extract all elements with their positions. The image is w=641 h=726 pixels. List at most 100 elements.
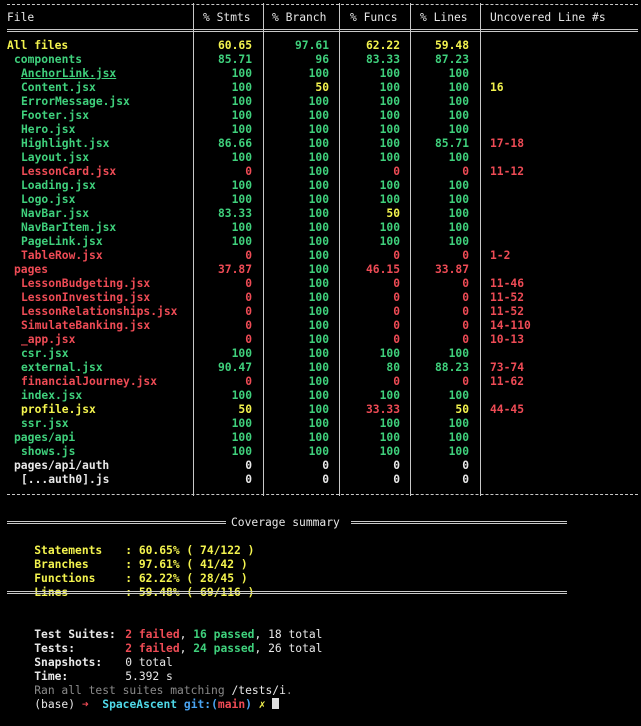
- file-name: LessonBudgeting.jsx: [21, 277, 151, 290]
- stmts-cell: 100: [231, 179, 252, 192]
- file-name: components: [14, 53, 83, 66]
- uncovered-lines-cell: 44-45: [490, 403, 525, 416]
- branch-cell: 100: [308, 291, 329, 304]
- funcs-cell: 0: [393, 277, 400, 290]
- lines-cell: 88.23: [434, 361, 469, 374]
- lines-cell: 0: [462, 291, 469, 304]
- lines-cell: 0: [462, 333, 469, 346]
- file-name: NavBarItem.jsx: [21, 221, 117, 234]
- branch-cell: 100: [308, 305, 329, 318]
- lines-cell: 0: [462, 277, 469, 290]
- file-name: pages: [14, 263, 49, 276]
- funcs-cell: 100: [379, 95, 400, 108]
- lines-cell: 0: [462, 165, 469, 178]
- header-uncovered: Uncovered Line #s: [490, 11, 606, 24]
- funcs-cell: 100: [379, 123, 400, 136]
- funcs-cell: 0: [393, 459, 400, 472]
- header-branch: % Branch: [272, 11, 327, 24]
- branch-cell: 100: [308, 207, 329, 220]
- branch-cell: 100: [308, 431, 329, 444]
- funcs-cell: 0: [393, 319, 400, 332]
- stmts-cell: 100: [231, 123, 252, 136]
- ran-suffix: .: [285, 684, 293, 697]
- branch-cell: 100: [308, 249, 329, 262]
- lines-cell: 100: [448, 193, 469, 206]
- lines-cell: 100: [448, 67, 469, 80]
- funcs-cell: 0: [393, 473, 400, 486]
- lines-cell: 0: [462, 459, 469, 472]
- stmts-cell: 0: [245, 277, 252, 290]
- file-name: pages/api/auth: [14, 459, 110, 472]
- stmts-cell: 100: [231, 235, 252, 248]
- branch-cell: 100: [308, 333, 329, 346]
- stmts-cell: 0: [245, 319, 252, 332]
- file-name: index.jsx: [21, 389, 83, 402]
- funcs-cell: 100: [379, 193, 400, 206]
- uncovered-lines-cell: 10-13: [490, 333, 525, 346]
- funcs-cell: 100: [379, 221, 400, 234]
- stmts-cell: 100: [231, 81, 252, 94]
- table-bottom-rule: [7, 494, 638, 495]
- funcs-cell: 100: [379, 235, 400, 248]
- summary-left-rule: [7, 521, 226, 524]
- uncovered-lines-cell: 11-46: [490, 277, 525, 290]
- funcs-cell: 62.22: [365, 39, 400, 52]
- file-name: LessonInvesting.jsx: [21, 291, 151, 304]
- funcs-cell: 100: [379, 445, 400, 458]
- stmts-cell: 83.33: [217, 207, 252, 220]
- branch-cell: 100: [308, 151, 329, 164]
- table-header-rule: [7, 29, 638, 32]
- lines-cell: 0: [462, 249, 469, 262]
- git-label: git:(: [183, 698, 218, 711]
- lines-cell: 100: [448, 431, 469, 444]
- file-name: Hero.jsx: [21, 123, 76, 136]
- column-divider: [480, 3, 481, 496]
- file-name: financialJourney.jsx: [21, 375, 158, 388]
- branch-cell: 100: [308, 165, 329, 178]
- shell-prompt[interactable]: (base) ➜ SpaceAscent git:(main) ✗: [7, 684, 280, 726]
- funcs-cell: 100: [379, 81, 400, 94]
- stmts-cell: 100: [231, 151, 252, 164]
- funcs-cell: 0: [393, 333, 400, 346]
- column-divider: [410, 3, 411, 496]
- funcs-cell: 0: [393, 249, 400, 262]
- branch-cell: 100: [308, 277, 329, 290]
- cursor-icon: [272, 698, 280, 709]
- branch-cell: 0: [322, 473, 329, 486]
- funcs-cell: 100: [379, 389, 400, 402]
- table-top-rule: [7, 4, 638, 5]
- branch-cell: 100: [308, 375, 329, 388]
- header-file: File: [7, 11, 35, 24]
- funcs-cell: 100: [379, 151, 400, 164]
- uncovered-lines-cell: 16: [490, 81, 504, 94]
- uncovered-lines-cell: 1-2: [490, 249, 511, 262]
- file-name: Logo.jsx: [21, 193, 76, 206]
- terminal-window[interactable]: File % Stmts % Branch % Funcs % Lines Un…: [0, 0, 641, 711]
- file-name: [...auth0].js: [21, 473, 110, 486]
- lines-cell: 100: [448, 235, 469, 248]
- branch-cell: 100: [308, 235, 329, 248]
- stmts-cell: 100: [231, 95, 252, 108]
- lines-cell: 100: [448, 445, 469, 458]
- funcs-cell: 83.33: [365, 53, 400, 66]
- stmts-cell: 0: [245, 291, 252, 304]
- file-name: NavBar.jsx: [21, 207, 90, 220]
- stmts-cell: 100: [231, 431, 252, 444]
- branch-cell: 100: [308, 417, 329, 430]
- funcs-cell: 33.33: [365, 403, 400, 416]
- file-name: pages/api: [14, 431, 76, 444]
- lines-cell: 100: [448, 207, 469, 220]
- column-divider: [193, 3, 194, 496]
- summary-bottom-rule: [7, 591, 567, 594]
- file-name: profile.jsx: [21, 403, 96, 416]
- stmts-cell: 85.71: [217, 53, 252, 66]
- stmts-cell: 0: [245, 473, 252, 486]
- funcs-cell: 0: [393, 305, 400, 318]
- uncovered-lines-cell: 11-52: [490, 305, 525, 318]
- stmts-cell: 100: [231, 445, 252, 458]
- lines-cell: 100: [448, 179, 469, 192]
- summary-right-rule: [351, 521, 567, 524]
- lines-cell: 100: [448, 95, 469, 108]
- prompt-arrow-icon: ➜: [81, 698, 89, 711]
- stmts-cell: 100: [231, 109, 252, 122]
